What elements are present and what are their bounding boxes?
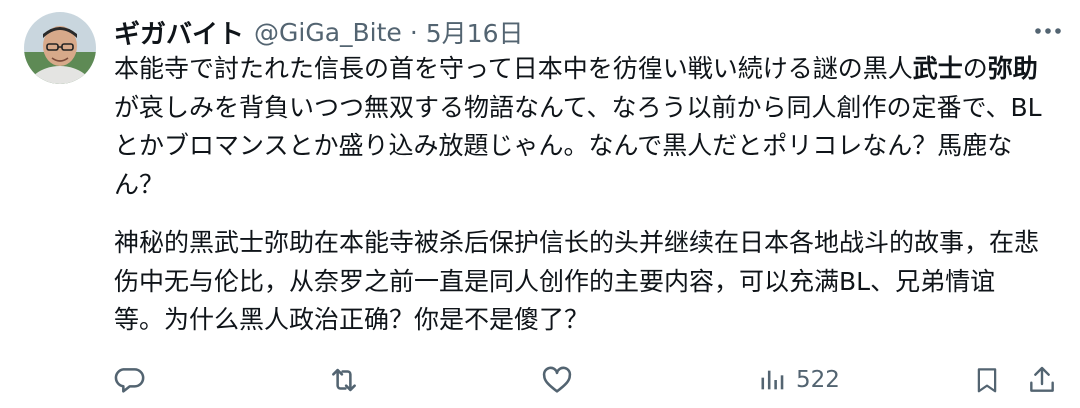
reply-icon <box>114 368 145 393</box>
timestamp[interactable]: 5月16日 <box>426 14 524 50</box>
avatar[interactable] <box>24 12 96 84</box>
views-count: 522 <box>796 367 840 393</box>
retweet-button[interactable] <box>326 360 362 400</box>
display-name[interactable]: ギガバイト <box>114 14 244 51</box>
reply-button[interactable] <box>112 360 146 400</box>
bold-text-segment: 弥助 <box>987 54 1038 83</box>
bold-text-segment: 武士 <box>912 54 963 83</box>
separator-dot: · <box>409 17 418 47</box>
action-bar: 522 <box>0 360 1080 400</box>
tweet-text-japanese: 本能寺で討たれた信長の首を守って日本中を彷徨い戦い続ける謎の黒人武士の弥助が哀し… <box>114 50 1044 204</box>
share-icon <box>1030 366 1054 392</box>
retweet-icon <box>332 368 356 392</box>
bookmark-button[interactable] <box>972 360 1002 400</box>
views-chart-icon <box>761 370 784 390</box>
share-button[interactable] <box>1026 360 1058 400</box>
views-button[interactable]: 522 <box>758 360 840 400</box>
text-segment: が哀しみを背負いつつ無双する物語なんて、なろう以前から同人創作の定番で、BLとか… <box>114 92 1042 199</box>
tweet-header: ギガバイト @GiGa_Bite · 5月16日 <box>114 14 523 50</box>
more-dots-icon <box>1035 28 1061 34</box>
tweet-body: 本能寺で討たれた信長の首を守って日本中を彷徨い戦い続ける謎の黒人武士の弥助が哀し… <box>114 50 1044 340</box>
text-segment: の <box>962 54 988 83</box>
user-handle[interactable]: @GiGa_Bite <box>254 18 402 47</box>
text-segment: 本能寺で討たれた信長の首を守って日本中を彷徨い戦い続ける謎の黒人 <box>114 54 913 83</box>
heart-icon <box>542 366 572 393</box>
bookmark-icon <box>977 368 997 393</box>
more-button[interactable] <box>1028 16 1068 46</box>
tweet-text-chinese: 神秘的黑武士弥助在本能寺被杀后保护信长的头并继续在日本各地战斗的故事，在悲伤中无… <box>114 228 1040 334</box>
like-button[interactable] <box>540 360 574 400</box>
